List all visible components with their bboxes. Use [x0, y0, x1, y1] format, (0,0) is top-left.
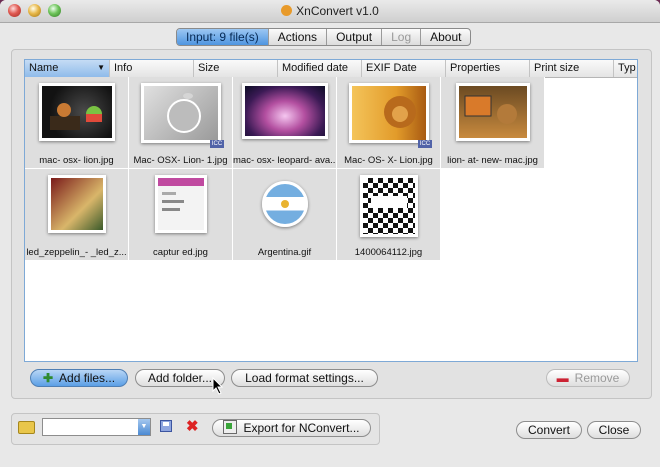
app-window: XnConvert v1.0 Input: 9 file(s) Actions … [0, 0, 660, 467]
window-title-wrap: XnConvert v1.0 [0, 4, 660, 18]
pattern-preview-icon [370, 196, 407, 208]
export-icon [223, 420, 238, 434]
column-modified-date[interactable]: Modified date [278, 60, 362, 77]
file-name: mac- osx- lion.jpg [39, 155, 114, 166]
file-name: mac- osx- leopard- ava... [233, 155, 336, 166]
export-label: Export for NConvert... [243, 421, 360, 435]
file-thumbnail[interactable]: 1400064112.jpg [337, 169, 441, 261]
file-thumbnail[interactable]: lion- at- new- mac.jpg [441, 77, 545, 169]
chevron-down-icon[interactable]: ▼ [138, 419, 150, 435]
file-thumbnail[interactable]: ICC Mac- OSX- Lion- 1.jpg [129, 77, 233, 169]
image-preview [140, 83, 221, 143]
icc-badge: ICC [210, 140, 224, 148]
column-exif-date[interactable]: EXIF Date [362, 60, 446, 77]
column-properties[interactable]: Properties [446, 60, 530, 77]
file-list-header: Name ▼ Info Size Modified date EXIF Date … [25, 60, 637, 78]
image-preview [154, 175, 207, 233]
apple-logo-icon [49, 103, 102, 130]
plus-icon: ✚ [42, 371, 54, 385]
title-bar: XnConvert v1.0 [0, 0, 660, 23]
image-preview [359, 175, 418, 237]
file-thumbnail[interactable]: Argentina.gif [233, 169, 337, 261]
file-list[interactable]: Name ▼ Info Size Modified date EXIF Date … [24, 59, 638, 362]
column-size[interactable]: Size [194, 60, 278, 77]
remove-label: Remove [574, 371, 620, 385]
image-preview [241, 83, 328, 139]
tab-output[interactable]: Output [327, 29, 383, 45]
tab-about[interactable]: About [421, 29, 470, 45]
file-name: captur ed.jpg [153, 247, 208, 258]
file-thumbnail[interactable]: ICC Mac- OS- X- Lion.jpg [337, 77, 441, 169]
minus-icon: ▬ [556, 371, 569, 385]
image-preview [261, 181, 308, 227]
apple-logo-icon [166, 93, 201, 133]
lion-at-mac-icon [464, 95, 517, 124]
tab-actions[interactable]: Actions [269, 29, 328, 45]
image-preview [455, 83, 530, 141]
image-preview [47, 175, 106, 233]
file-name: lion- at- new- mac.jpg [447, 155, 538, 166]
image-preview [38, 83, 115, 141]
tab-log[interactable]: Log [382, 29, 422, 45]
open-folder-icon[interactable] [18, 421, 35, 434]
xnconvert-app-icon [281, 5, 293, 16]
file-name: Mac- OS- X- Lion.jpg [344, 155, 433, 166]
file-name: Mac- OSX- Lion- 1.jpg [133, 155, 228, 166]
file-thumbnail[interactable]: led_zeppelin_- _led_z... [25, 169, 129, 261]
file-thumbnail[interactable]: captur ed.jpg [129, 169, 233, 261]
sort-descending-icon: ▼ [97, 63, 105, 72]
column-name[interactable]: Name ▼ [25, 60, 110, 77]
load-format-settings-button[interactable]: Load format settings... [231, 369, 378, 387]
remove-button[interactable]: ▬ Remove [546, 369, 630, 387]
file-name: led_zeppelin_- _led_z... [26, 247, 127, 258]
column-info[interactable]: Info [110, 60, 194, 77]
column-name-label: Name [29, 62, 59, 74]
add-files-label: Add files... [59, 371, 116, 385]
file-thumbnail[interactable]: mac- osx- leopard- ava... [233, 77, 337, 169]
icc-badge: ICC [418, 140, 432, 148]
lion-image-icon [383, 96, 416, 128]
save-icon[interactable] [160, 420, 172, 432]
file-thumbnail[interactable]: mac- osx- lion.jpg [25, 77, 129, 169]
screenshot-preview-icon [157, 178, 204, 211]
close-button[interactable]: Close [587, 421, 641, 439]
delete-icon[interactable]: ✖ [186, 417, 199, 435]
add-files-button[interactable]: ✚ Add files... [30, 369, 128, 387]
column-print-size[interactable]: Print size [530, 60, 614, 77]
convert-button[interactable]: Convert [516, 421, 582, 439]
file-name: Argentina.gif [257, 247, 312, 258]
column-type[interactable]: Typ [614, 60, 637, 77]
tab-input[interactable]: Input: 9 file(s) [177, 29, 269, 45]
image-preview [348, 83, 429, 143]
preset-combobox[interactable]: ▼ [42, 418, 151, 436]
window-title: XnConvert v1.0 [296, 4, 379, 18]
sun-of-may-icon [280, 200, 289, 208]
file-name: 1400064112.jpg [354, 247, 423, 258]
mouse-cursor-icon [212, 377, 224, 395]
tab-bar: Input: 9 file(s) Actions Output Log Abou… [176, 28, 472, 46]
export-nconvert-button[interactable]: Export for NConvert... [212, 419, 371, 437]
